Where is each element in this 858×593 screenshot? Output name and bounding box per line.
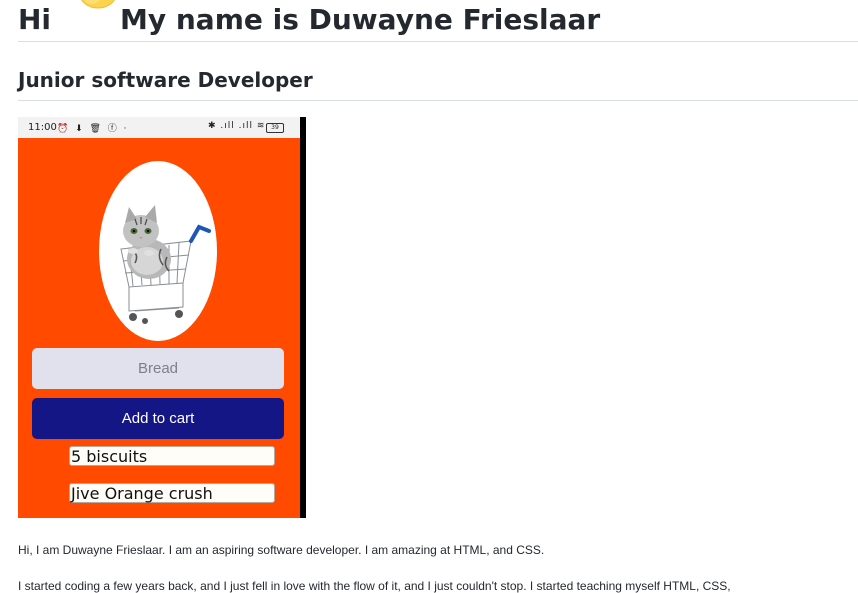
battery-icon: 39 [266,123,284,133]
app-screen: Bread Add to cart 5 biscuits Jive Orange… [18,138,300,518]
status-time: 11:00 [28,122,57,133]
cat-cart-image [99,161,217,341]
app-screenshot: 11:00 ⏰ ⬇ 🗑 ⓕ · ✱ .ıll .ıll ≋ 39 Bread A… [18,117,306,518]
phone-edge [300,117,306,518]
heading-name: My name is Duwayne Frieslaar [120,3,601,36]
story-paragraph: I started coding a few years back, and I… [18,579,731,593]
heading-hi: Hi [18,3,52,36]
page-heading: Hi My name is Duwayne Frieslaar [18,0,858,42]
waving-hand-icon [76,0,122,22]
list-item[interactable]: Jive Orange crush [69,483,275,503]
item-input[interactable]: Bread [32,348,284,389]
list-item[interactable]: 5 biscuits [69,446,275,466]
add-to-cart-button[interactable]: Add to cart [32,398,284,439]
status-right-icons: ✱ .ıll .ıll ≋ [208,121,266,131]
phone-status-bar: 11:00 ⏰ ⬇ 🗑 ⓕ · ✱ .ıll .ıll ≋ 39 [18,117,300,138]
subheading: Junior software Developer [18,68,858,101]
intro-paragraph: Hi, I am Duwayne Frieslaar. I am an aspi… [18,543,545,557]
status-left-icons: ⏰ ⬇ 🗑 ⓕ · [57,124,129,134]
